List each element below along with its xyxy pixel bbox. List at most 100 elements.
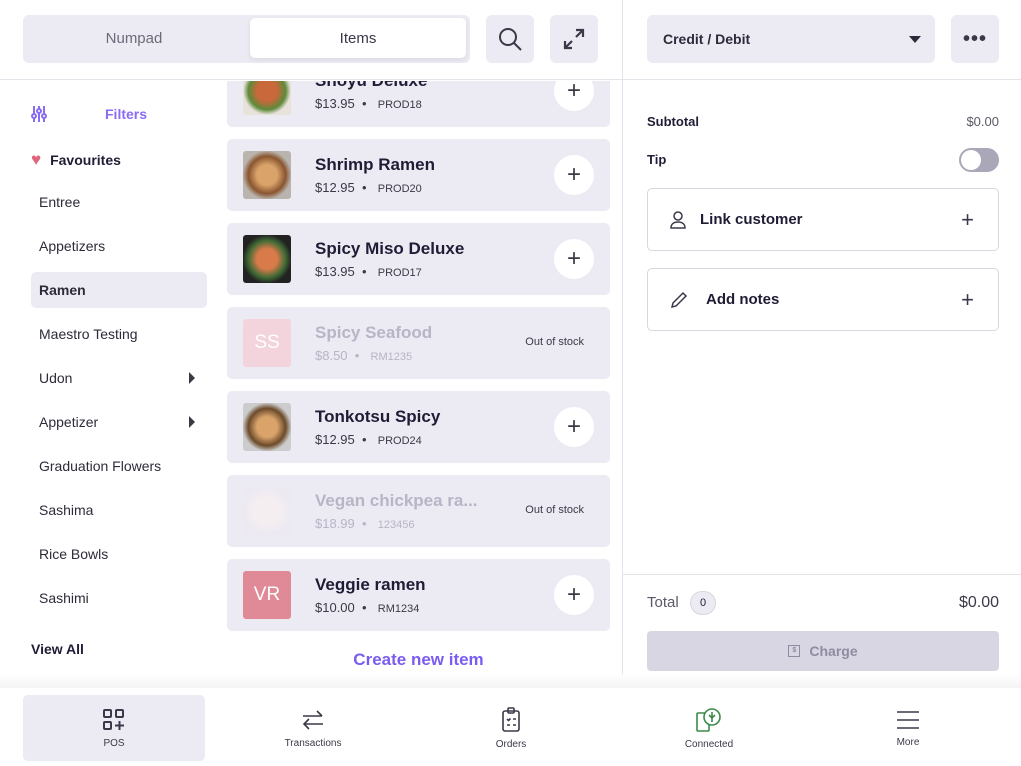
clipboard-icon [502, 706, 520, 732]
favourites-item[interactable]: ♥ Favourites [31, 150, 121, 170]
item-name: Tonkotsu Spicy [315, 407, 441, 426]
link-customer-button[interactable]: Link customer + [647, 188, 999, 251]
item-meta: $12.95 • PROD24 [315, 432, 422, 447]
total-label: Total [647, 594, 679, 611]
tab-items[interactable]: Items [250, 18, 466, 58]
tip-toggle[interactable] [959, 148, 999, 172]
category-item[interactable]: Maestro Testing [31, 316, 207, 352]
item-card[interactable]: Tonkotsu Spicy $12.95 • PROD24 + [227, 391, 610, 463]
item-card[interactable]: Shoyu Deluxe $13.95 • PROD18 + [227, 81, 610, 127]
category-item[interactable]: Sashimi [31, 580, 207, 616]
nav-pos[interactable]: POS [23, 695, 205, 761]
item-name: Spicy Seafood [315, 323, 433, 342]
divider [623, 79, 1021, 80]
charge-button[interactable]: $ Charge [647, 631, 999, 671]
category-item[interactable]: Rice Bowls [31, 536, 207, 572]
item-initials: VR [243, 571, 291, 619]
favourites-label: Favourites [50, 152, 121, 168]
item-meta: $18.99 • 123456 [315, 516, 415, 531]
subtotal-value: $0.00 [966, 114, 999, 129]
category-label: Sashima [39, 502, 94, 518]
nav-orders[interactable]: Orders [420, 695, 602, 761]
search-icon [499, 28, 522, 51]
nav-label: Orders [495, 738, 527, 750]
add-item-button[interactable]: + [554, 239, 594, 279]
add-item-button[interactable]: + [554, 575, 594, 615]
payment-method-select[interactable]: Credit / Debit [647, 15, 935, 63]
item-image [243, 81, 291, 115]
item-image [243, 403, 291, 451]
item-name: Vegan chickpea ra... [315, 491, 478, 510]
category-item[interactable]: Sashima [31, 492, 207, 528]
category-label: Appetizer [39, 414, 99, 430]
add-item-button[interactable]: + [554, 155, 594, 195]
category-item[interactable]: Appetizer [31, 404, 207, 440]
plus-icon: + [961, 206, 974, 232]
search-button[interactable] [486, 15, 534, 63]
total-value: $0.00 [958, 594, 999, 611]
more-options-button[interactable]: ••• [951, 15, 999, 63]
user-icon [670, 210, 686, 229]
item-card[interactable]: VR Veggie ramen $10.00 • RM1234 + [227, 559, 610, 631]
pos-grid-icon [103, 708, 124, 730]
top-bar: Numpad Items [0, 0, 622, 80]
nav-more[interactable]: More [817, 695, 999, 761]
item-card[interactable]: Spicy Miso Deluxe $13.95 • PROD17 + [227, 223, 610, 295]
nav-connected[interactable]: Connected [618, 695, 800, 761]
item-meta: $13.95 • PROD17 [315, 264, 422, 279]
nav-transactions[interactable]: Transactions [222, 695, 404, 761]
category-label: Appetizers [39, 238, 106, 254]
chevron-right-icon [189, 372, 195, 384]
category-label: Udon [39, 370, 73, 386]
nav-label: POS [103, 737, 125, 749]
item-initials: SS [243, 319, 291, 367]
item-image [243, 235, 291, 283]
out-of-stock-label: Out of stock [525, 504, 584, 516]
transfer-arrows-icon [302, 709, 323, 730]
caret-down-icon [909, 36, 921, 43]
add-item-button[interactable]: + [554, 81, 594, 111]
out-of-stock-label: Out of stock [525, 336, 584, 348]
filters-label: Filters [105, 106, 148, 122]
category-item[interactable]: Graduation Flowers [31, 448, 207, 484]
item-card-out-of-stock: Vegan chickpea ra... $18.99 • 123456 Out… [227, 475, 610, 547]
create-new-item-link[interactable]: Create new item [227, 650, 610, 670]
nav-shadow [0, 674, 1021, 688]
heart-icon: ♥ [31, 150, 42, 169]
filters-icon [31, 106, 47, 122]
category-item[interactable]: Appetizers [31, 228, 207, 264]
expand-button[interactable] [550, 15, 598, 63]
item-list: Shoyu Deluxe $13.95 • PROD18 + Shrimp Ra… [215, 81, 622, 688]
item-card[interactable]: Shrimp Ramen $12.95 • PROD20 + [227, 139, 610, 211]
category-item[interactable]: Entree [31, 184, 207, 220]
category-item[interactable]: Udon [31, 360, 207, 396]
item-meta: $12.95 • PROD20 [315, 180, 422, 195]
item-meta: $8.50 • RM1235 [315, 348, 413, 363]
more-horizontal-icon: ••• [962, 27, 987, 50]
menu-icon [897, 710, 919, 729]
add-notes-button[interactable]: Add notes + [647, 268, 999, 331]
view-all-link[interactable]: View All [31, 641, 84, 657]
category-label: Rice Bowls [39, 546, 109, 562]
plus-icon: + [961, 286, 974, 312]
panel-divider [622, 0, 623, 688]
item-name: Shrimp Ramen [315, 155, 435, 174]
add-item-button[interactable]: + [554, 407, 594, 447]
item-meta: $10.00 • RM1234 [315, 600, 420, 615]
category-label: Maestro Testing [39, 326, 138, 342]
cash-register-icon: $ [788, 645, 801, 657]
category-item-selected[interactable]: Ramen [31, 272, 207, 308]
filters-button[interactable]: Filters [31, 104, 207, 124]
divider [623, 574, 1021, 575]
bottom-nav: POS Transactions Orders Connected More [0, 688, 1021, 766]
category-label: Sashimi [39, 590, 89, 606]
item-image [243, 151, 291, 199]
tab-numpad[interactable]: Numpad [26, 18, 242, 58]
pencil-icon [670, 291, 688, 308]
add-notes-label: Add notes [706, 291, 780, 308]
category-label: Graduation Flowers [39, 458, 162, 474]
category-label: Entree [39, 194, 81, 210]
subtotal-label: Subtotal [647, 114, 699, 129]
link-customer-label: Link customer [700, 211, 803, 228]
tip-label: Tip [647, 152, 667, 167]
